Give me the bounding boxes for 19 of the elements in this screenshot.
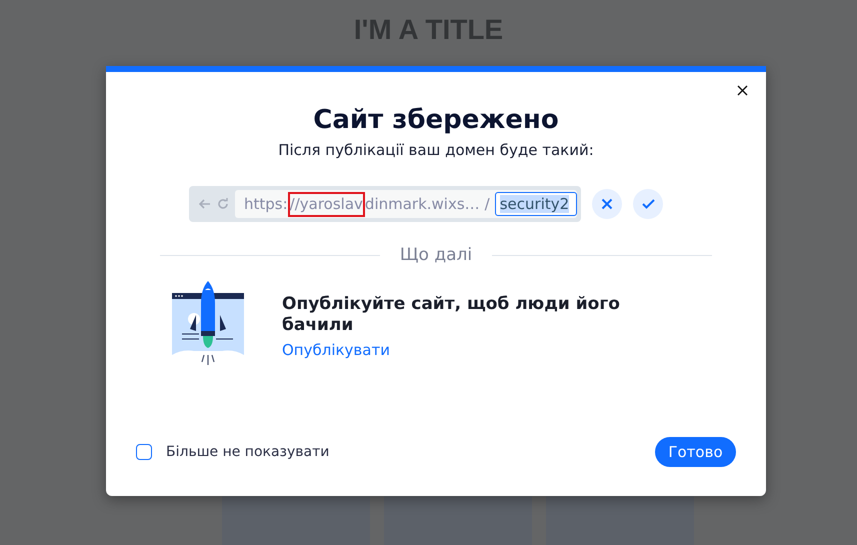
domain-text: dinmark.wixs…	[364, 195, 480, 213]
separator-text: /	[484, 195, 490, 213]
next-step-title: Опублікуйте сайт, щоб люди його бачили	[282, 294, 621, 336]
cancel-button[interactable]	[592, 189, 622, 219]
close-icon	[601, 198, 613, 210]
back-arrow-icon	[199, 199, 211, 209]
reload-icon	[217, 198, 229, 210]
section-label: Що далі	[400, 245, 472, 265]
publish-link[interactable]: Опублікувати	[282, 340, 632, 358]
slug-input-field[interactable]: security2	[494, 192, 577, 216]
checkbox[interactable]	[136, 444, 152, 460]
dialog-subtitle: Після публікації ваш домен буде такий:	[278, 141, 594, 159]
checkbox-label: Більше не показувати	[166, 444, 330, 460]
confirm-button[interactable]	[633, 189, 663, 219]
domain-text: https:	[244, 195, 288, 213]
dialog-title: Сайт збережено	[313, 105, 559, 135]
done-button[interactable]: Готово	[655, 437, 736, 467]
checkmark-icon	[642, 199, 654, 209]
close-icon	[736, 84, 748, 96]
